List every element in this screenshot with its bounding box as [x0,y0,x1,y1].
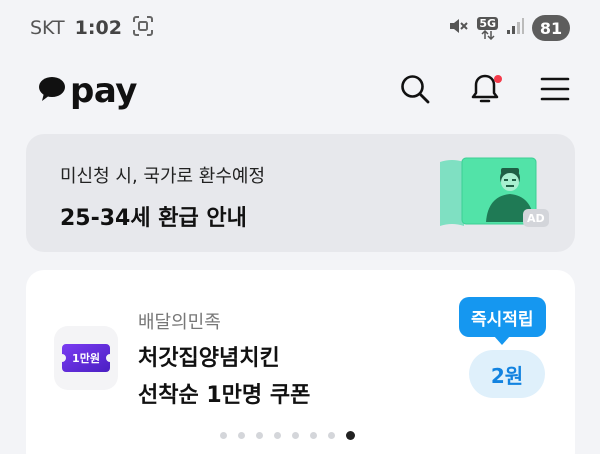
search-button[interactable] [398,74,432,108]
status-right: 5G 81 [447,15,570,41]
reward-amount-button[interactable]: 2원 [469,350,545,398]
pager-dot[interactable] [310,432,317,439]
coupon-title-line1: 처갓집양념치킨 [138,346,280,371]
signal-icon [506,17,524,39]
carrier-label: SKT [30,17,65,39]
speech-bubble-icon [38,75,66,107]
mute-icon [447,15,469,41]
logo-text: pay [70,71,137,111]
pager-dot-active[interactable] [346,431,355,440]
coupon-ticket-label: 1만원 [72,352,100,365]
menu-icon [540,76,570,106]
search-icon [399,73,431,109]
screen: SKT 1:02 5G 81 pay 미신청 시, 국가로 환수예정 25-34… [0,0,600,454]
notification-button[interactable] [468,74,502,108]
header-actions [398,74,572,108]
carousel-pager [220,431,355,440]
ad-subtitle: 미신청 시, 국가로 환수예정 [60,166,266,187]
pager-dot[interactable] [274,432,281,439]
app-header: pay [0,60,600,122]
battery-indicator: 81 [532,15,570,41]
coupon-title: 처갓집양념치킨 선착순 1만명 쿠폰 [138,340,310,414]
menu-button[interactable] [538,74,572,108]
status-bar: SKT 1:02 5G 81 [0,0,600,56]
ad-badge: AD [523,209,549,227]
network-type-icon: 5G [477,16,498,40]
notification-dot [494,75,502,83]
pager-dot[interactable] [256,432,263,439]
screenshot-icon [132,15,154,42]
instant-reward-tag: 즉시적립 [459,297,546,345]
kakaopay-logo[interactable]: pay [38,74,137,108]
clock-time: 1:02 [74,17,122,39]
ad-title: 25-34세 환급 안내 [60,206,247,231]
pager-dot[interactable] [328,432,335,439]
coupon-title-line2: 선착순 1만명 쿠폰 [138,383,311,408]
coupon-thumbnail: 1만원 [54,326,118,390]
network-type-label: 5G [477,16,498,30]
pager-dot[interactable] [292,432,299,439]
status-left: SKT 1:02 [30,15,154,42]
ad-banner[interactable]: 미신청 시, 국가로 환수예정 25-34세 환급 안내 AD [26,134,575,252]
coupon-merchant: 배달의민족 [138,312,221,333]
coupon-card[interactable]: 1만원 배달의민족 처갓집양념치킨 선착순 1만명 쿠폰 즉시적립 2원 [26,270,575,454]
coupon-ticket-icon: 1만원 [62,344,110,372]
pager-dot[interactable] [220,432,227,439]
pager-dot[interactable] [238,432,245,439]
